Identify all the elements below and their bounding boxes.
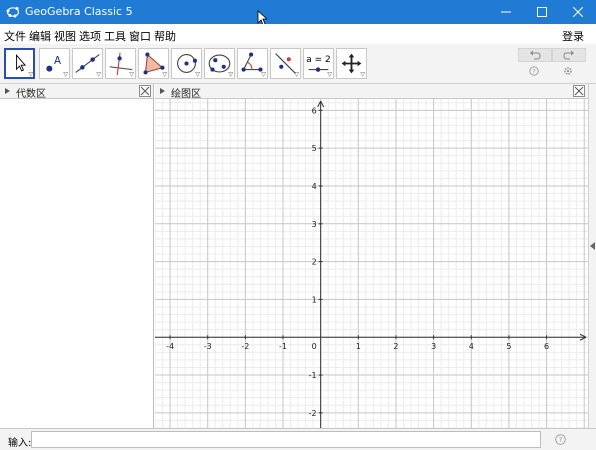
y-tick-label: -2 bbox=[309, 409, 317, 418]
graphics-view[interactable]: 绘图区 -4 -3 -2 -1 0 1 2 3 4 5 6 6 5 4 3 2 1 -1 -2 bbox=[155, 84, 588, 428]
side-panel-toggle[interactable] bbox=[588, 84, 596, 428]
conic-tool[interactable]: ▽ bbox=[204, 48, 235, 79]
menu-window[interactable]: 窗口 bbox=[129, 28, 151, 44]
circle-tool[interactable]: ▽ bbox=[171, 48, 202, 79]
dropdown-arrow-icon: ▽ bbox=[327, 71, 332, 78]
menu-edit[interactable]: 编辑 bbox=[29, 28, 51, 44]
close-icon bbox=[140, 86, 150, 96]
x-tick-label: -2 bbox=[241, 342, 249, 351]
algebra-close-button[interactable] bbox=[139, 85, 151, 97]
dropdown-arrow-icon: ▽ bbox=[261, 71, 266, 78]
login-link[interactable]: 登录 bbox=[562, 28, 584, 44]
input-field[interactable] bbox=[31, 431, 541, 448]
algebra-view-title: 代数区 bbox=[16, 89, 46, 100]
help-icon[interactable]: ? bbox=[529, 66, 539, 76]
x-tick-label: 2 bbox=[393, 342, 398, 351]
toolbar: ▽ A ▽ ▽ ▽ ▽ ▽ ▽ ▽ ▽ a = 2 ▽ ▽ ? bbox=[0, 44, 596, 84]
y-tick-label: 2 bbox=[312, 258, 317, 267]
y-tick-label: 6 bbox=[312, 106, 317, 115]
geogebra-window: GeoGebra Classic 5 文件 编辑 视图 选项 工具 窗口 帮助 … bbox=[0, 0, 596, 450]
x-tick-label: 3 bbox=[431, 342, 436, 351]
svg-text:?: ? bbox=[532, 68, 535, 76]
close-button[interactable] bbox=[560, 0, 596, 24]
x-tick-label: -1 bbox=[279, 342, 287, 351]
coordinate-plane[interactable]: -4 -3 -2 -1 0 1 2 3 4 5 6 6 5 4 3 2 1 -1 -2 bbox=[155, 99, 588, 428]
redo-button[interactable] bbox=[552, 48, 586, 62]
menu-file[interactable]: 文件 bbox=[4, 28, 26, 44]
input-help-icon[interactable]: ? bbox=[555, 434, 566, 445]
gear-icon[interactable] bbox=[563, 66, 573, 76]
menu-tools[interactable]: 工具 bbox=[104, 28, 126, 44]
geogebra-logo-icon bbox=[6, 7, 20, 18]
x-tick-label: 0 bbox=[312, 342, 317, 351]
angle-tool[interactable]: ▽ bbox=[237, 48, 268, 79]
expand-left-icon bbox=[590, 242, 595, 250]
dropdown-arrow-icon: ▽ bbox=[28, 71, 33, 78]
x-tick-label: 5 bbox=[506, 342, 511, 351]
close-icon bbox=[574, 86, 584, 96]
dropdown-arrow-icon: ▽ bbox=[162, 71, 167, 78]
move-view-tool[interactable]: ▽ bbox=[336, 48, 367, 79]
title-bar: GeoGebra Classic 5 bbox=[0, 0, 596, 24]
minimize-button[interactable] bbox=[488, 0, 524, 24]
redo-icon bbox=[563, 50, 574, 60]
x-tick-label: 1 bbox=[356, 342, 361, 351]
svg-text:?: ? bbox=[559, 436, 563, 444]
dropdown-arrow-icon: ▽ bbox=[294, 71, 299, 78]
dropdown-arrow-icon: ▽ bbox=[63, 71, 68, 78]
algebra-view-header: 代数区 bbox=[0, 84, 153, 100]
dropdown-arrow-icon: ▽ bbox=[360, 71, 365, 78]
minimize-icon bbox=[501, 11, 511, 13]
graphics-view-title: 绘图区 bbox=[171, 89, 201, 100]
y-tick-label: 3 bbox=[312, 220, 317, 229]
menu-view[interactable]: 视图 bbox=[54, 28, 76, 44]
polygon-tool[interactable]: ▽ bbox=[138, 48, 169, 79]
maximize-icon bbox=[537, 7, 547, 17]
menu-help[interactable]: 帮助 bbox=[154, 28, 176, 44]
x-tick-label: 6 bbox=[544, 342, 549, 351]
expand-triangle-icon[interactable] bbox=[5, 88, 10, 94]
dropdown-arrow-icon: ▽ bbox=[228, 71, 233, 78]
svg-text:A: A bbox=[54, 55, 61, 67]
dropdown-arrow-icon: ▽ bbox=[96, 71, 101, 78]
expand-triangle-icon[interactable] bbox=[160, 88, 165, 94]
menu-options[interactable]: 选项 bbox=[79, 28, 101, 44]
perpendicular-tool[interactable]: ▽ bbox=[105, 48, 136, 79]
x-tick-label: 4 bbox=[469, 342, 474, 351]
move-tool[interactable]: ▽ bbox=[4, 48, 35, 79]
undo-button[interactable] bbox=[518, 48, 552, 62]
algebra-view[interactable]: 代数区 bbox=[0, 84, 154, 428]
dropdown-arrow-icon: ▽ bbox=[195, 71, 200, 78]
close-icon bbox=[573, 7, 583, 17]
line-tool[interactable]: ▽ bbox=[72, 48, 103, 79]
y-tick-label: -1 bbox=[309, 371, 317, 380]
x-tick-label: -3 bbox=[204, 342, 212, 351]
reflect-tool[interactable]: ▽ bbox=[270, 48, 301, 79]
maximize-button[interactable] bbox=[524, 0, 560, 24]
y-tick-label: 4 bbox=[312, 182, 317, 191]
dropdown-arrow-icon: ▽ bbox=[129, 71, 134, 78]
window-title: GeoGebra Classic 5 bbox=[25, 5, 133, 18]
graphics-close-button[interactable] bbox=[573, 85, 585, 97]
graphics-view-header: 绘图区 bbox=[155, 84, 588, 100]
slider-tool[interactable]: a = 2 ▽ bbox=[303, 48, 334, 79]
x-tick-label: -4 bbox=[166, 342, 174, 351]
point-tool[interactable]: A ▽ bbox=[39, 48, 70, 79]
menu-bar: 文件 编辑 视图 选项 工具 窗口 帮助 登录 bbox=[0, 24, 596, 44]
undo-icon bbox=[530, 50, 541, 60]
input-bar: 输入: ? bbox=[0, 428, 596, 450]
input-label: 输入: bbox=[8, 438, 32, 449]
y-tick-label: 5 bbox=[312, 144, 317, 153]
y-tick-label: 1 bbox=[312, 295, 317, 304]
